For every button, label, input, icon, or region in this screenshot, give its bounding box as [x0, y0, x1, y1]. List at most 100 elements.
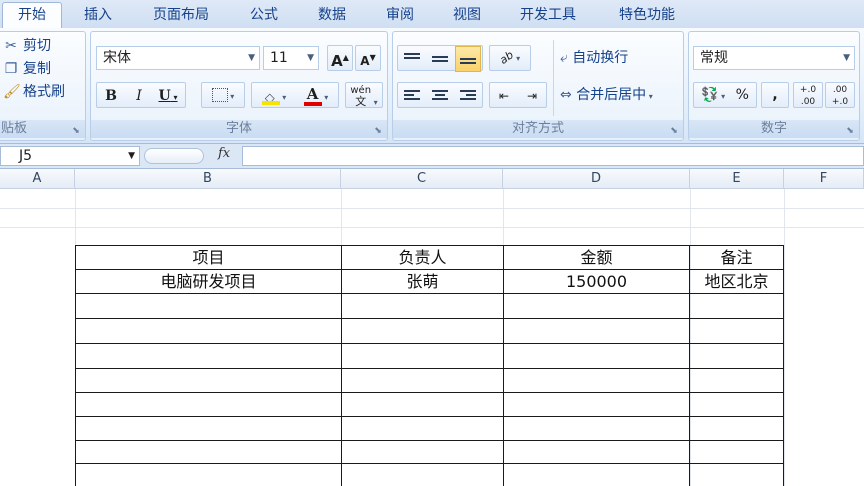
column-header-f[interactable]: F [784, 169, 864, 189]
wrap-text-label: 自动换行 [572, 50, 629, 66]
font-size-select[interactable]: 11 ▼ [263, 46, 319, 70]
cut-button[interactable]: ✂ 剪切 [3, 36, 51, 56]
align-right-button[interactable] [455, 83, 481, 109]
font-name-select[interactable]: 宋体 ▼ [96, 46, 260, 70]
number-dialog-launcher-icon[interactable]: ⬊ [845, 126, 855, 136]
column-header-c[interactable]: C [341, 169, 503, 189]
borders-button[interactable]: ▾ [201, 82, 245, 108]
cell-c4[interactable]: 负责人 [342, 246, 503, 270]
merge-cells-icon: ⇔ [560, 87, 572, 103]
align-top-icon [404, 53, 420, 65]
align-left-icon [404, 90, 420, 102]
clipboard-dialog-launcher-icon[interactable]: ⬊ [71, 126, 81, 136]
worksheet-grid[interactable] [0, 189, 864, 486]
shrink-font-button[interactable]: A▼ [355, 45, 381, 71]
increase-indent-button[interactable]: ⇥ [519, 83, 545, 109]
decrease-decimal-icon: .00 +.0 [831, 85, 849, 107]
tab-page-layout[interactable]: 页面布局 [140, 4, 222, 26]
font-dialog-launcher-icon[interactable]: ⬊ [373, 126, 383, 136]
format-painter-button[interactable]: 🖌 格式刷 [3, 82, 65, 102]
align-left-button[interactable] [399, 83, 425, 109]
copy-button[interactable]: ❐ 复制 [3, 59, 51, 79]
grow-font-button[interactable]: A▲ [327, 45, 353, 71]
decrease-indent-button[interactable]: ⇤ [491, 83, 517, 109]
gridline [690, 189, 691, 486]
tab-insert[interactable]: 插入 [72, 4, 124, 26]
phonetic-icon: wén 文 [350, 85, 371, 108]
wrap-text-icon: ⤶ [560, 50, 568, 66]
underline-label: U [158, 88, 171, 104]
phonetic-guide-button[interactable]: wén 文 ▾ [345, 82, 383, 108]
align-top-button[interactable] [399, 46, 425, 72]
font-group: 宋体 ▼ 11 ▼ A▲ A▼ B I U ▾ ▾ ◇ ▾ A ▾ wén 文 … [90, 31, 388, 141]
merge-center-label: 合并后居中 [576, 87, 647, 103]
formula-input[interactable] [242, 146, 864, 166]
comma-style-button[interactable]: , [761, 82, 789, 108]
orientation-button[interactable]: ab ▾ [489, 45, 531, 71]
decrease-decimal-button[interactable]: .00 +.0 [825, 82, 855, 108]
cell-e4[interactable]: 备注 [690, 246, 783, 270]
align-right-icon [460, 90, 476, 102]
italic-button[interactable]: I [126, 83, 152, 109]
wrap-text-button[interactable]: ⤶ 自动换行 [559, 45, 669, 71]
merge-center-button[interactable]: ⇔ 合并后居中 ▾ [559, 82, 677, 108]
number-group: 常规 ▼ 💱 ▾ % , +.0 .00 .00 +.0 数字 ⬊ [688, 31, 860, 141]
column-header-e[interactable]: E [690, 169, 784, 189]
increase-indent-icon: ⇥ [526, 89, 538, 103]
column-header-a[interactable]: A [0, 169, 75, 189]
ribbon-tab-bar: 开始 插入 页面布局 公式 数据 审阅 视图 开发工具 特色功能 [0, 0, 864, 29]
tab-review[interactable]: 审阅 [372, 4, 428, 26]
tab-developer[interactable]: 开发工具 [506, 4, 590, 26]
font-size-value: 11 [270, 50, 288, 66]
increase-decimal-button[interactable]: +.0 .00 [793, 82, 823, 108]
column-header-d[interactable]: D [503, 169, 690, 189]
font-color-icon: A [303, 85, 322, 106]
table-border [783, 245, 784, 486]
phonetic-char: 文 [355, 95, 367, 108]
tab-home[interactable]: 开始 [2, 2, 62, 29]
paintbrush-icon: 🖌 [3, 84, 21, 100]
tab-formulas[interactable]: 公式 [236, 4, 292, 26]
gridline [0, 227, 864, 228]
gridline [784, 189, 785, 486]
font-color-button[interactable]: A ▾ [295, 83, 337, 109]
cell-e5[interactable]: 地区北京 [690, 270, 783, 294]
paint-bucket-icon: ◇ [261, 87, 280, 106]
cell-b5[interactable]: 电脑研发项目 [76, 270, 341, 294]
gridline [0, 208, 864, 209]
tab-data[interactable]: 数据 [304, 4, 360, 26]
align-middle-button[interactable] [427, 46, 453, 72]
underline-button[interactable]: U ▾ [153, 83, 183, 109]
chevron-down-icon: ▼ [843, 53, 850, 63]
increase-decimal-icon: +.0 .00 [799, 85, 817, 107]
chevron-down-icon: ▼ [128, 151, 135, 161]
cell-c5[interactable]: 张萌 [342, 270, 503, 294]
cell-b4[interactable]: 项目 [76, 246, 341, 270]
name-box-value: J5 [19, 148, 33, 164]
align-bottom-button[interactable] [455, 46, 481, 72]
tab-special-features[interactable]: 特色功能 [604, 4, 690, 26]
align-middle-icon [432, 53, 448, 65]
column-header-b[interactable]: B [75, 169, 341, 189]
fill-color-button[interactable]: ◇ ▾ [253, 83, 295, 109]
table-border [75, 463, 784, 464]
bold-button[interactable]: B [98, 83, 124, 109]
cell-d5[interactable]: 150000 [504, 270, 689, 294]
formula-cancel-enter-capsule [144, 148, 204, 164]
table-border [75, 440, 784, 441]
borders-icon [211, 88, 228, 102]
accounting-format-button[interactable]: 💱 ▾ % [693, 82, 757, 108]
alignment-separator [553, 40, 554, 116]
cell-d4[interactable]: 金额 [504, 246, 689, 270]
tab-view[interactable]: 视图 [440, 4, 494, 26]
ribbon: ✂ 剪切 ❐ 复制 🖌 格式刷 贴板 ⬊ 宋体 ▼ 11 ▼ A▲ A▼ B I U … [0, 28, 864, 143]
align-bottom-icon [460, 53, 476, 65]
align-center-button[interactable] [427, 83, 453, 109]
number-format-select[interactable]: 常规 ▼ [693, 46, 855, 70]
insert-function-button[interactable]: fx [218, 146, 230, 161]
name-box[interactable]: J5 ▼ [0, 146, 140, 166]
number-group-label: 数字 [689, 120, 859, 138]
alignment-dialog-launcher-icon[interactable]: ⬊ [669, 126, 679, 136]
copy-icon: ❐ [4, 61, 18, 77]
table-border [75, 416, 784, 417]
